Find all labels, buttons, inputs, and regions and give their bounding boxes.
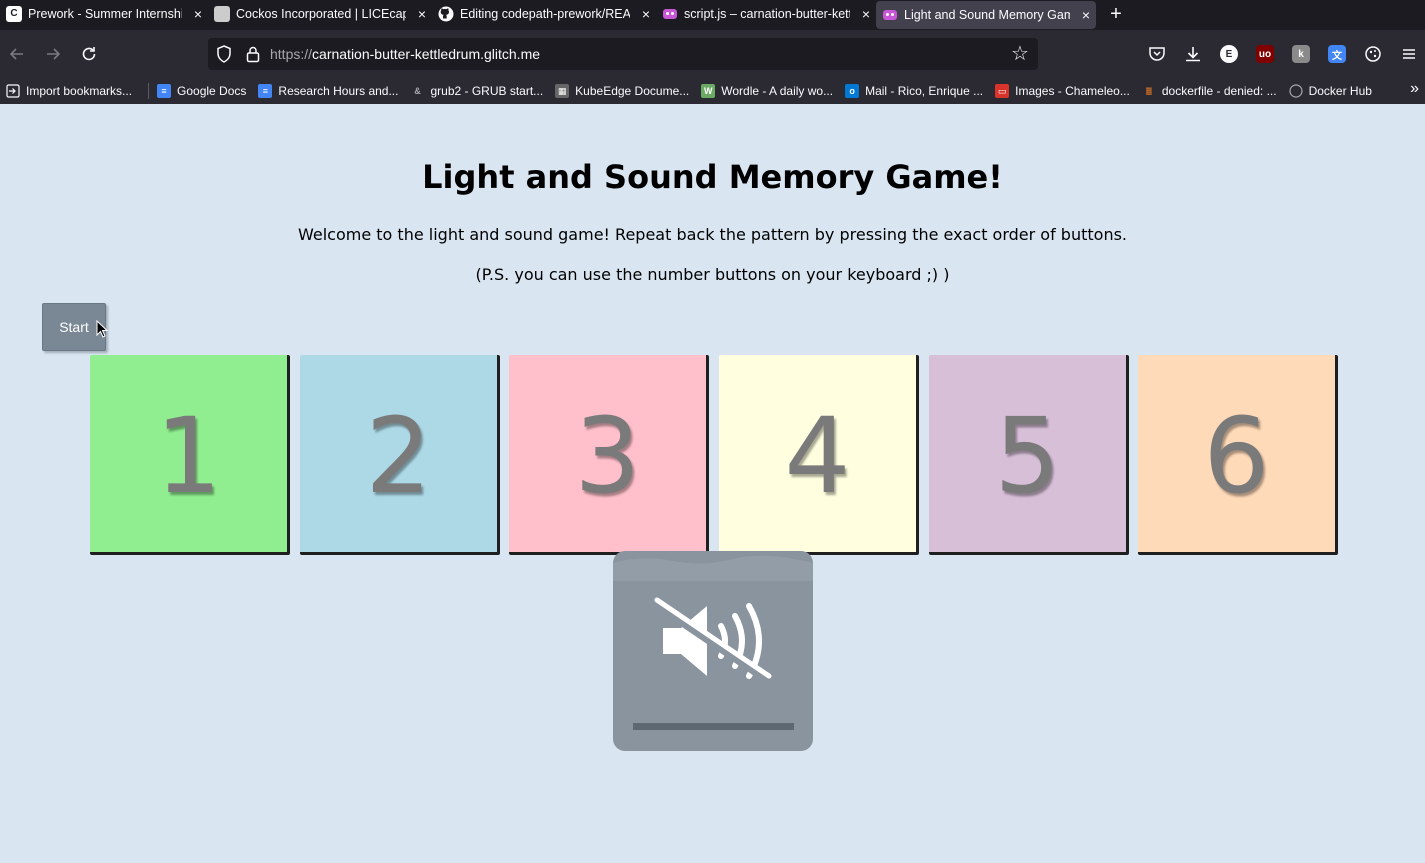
cookie-extension-icon[interactable] [1364, 45, 1382, 63]
bookmark-chameleon-images[interactable]: ▭ Images - Chameleo... [995, 84, 1130, 98]
tab-title: Cockos Incorporated | LICEcap [236, 7, 406, 21]
close-tab-icon[interactable]: × [418, 0, 426, 28]
glitch-favicon-icon [662, 6, 678, 22]
navigation-toolbar: https://carnation-butter-kettledrum.glit… [0, 30, 1425, 78]
bookmark-dockerfile[interactable]: ≣ dockerfile - denied: ... [1142, 84, 1277, 98]
game-button-5[interactable]: 5 [929, 355, 1129, 555]
start-button[interactable]: Start [42, 303, 106, 351]
close-tab-icon[interactable]: × [642, 0, 650, 28]
pocket-icon[interactable] [1148, 45, 1166, 63]
tab-prework[interactable]: C Prework - Summer Internship for × [0, 0, 208, 28]
bookmark-research-hours[interactable]: ≡ Research Hours and... [258, 84, 398, 98]
google-docs-icon: ≡ [258, 84, 273, 98]
bookmark-outlook-mail[interactable]: o Mail - Rico, Enrique ... [845, 84, 983, 98]
licecap-favicon-icon [214, 6, 230, 22]
bookmarks-overflow-chevron-icon[interactable]: » [1410, 80, 1419, 98]
intro-text: Welcome to the light and sound game! Rep… [298, 225, 1127, 244]
new-tab-icon[interactable]: + [1096, 0, 1136, 30]
reload-icon[interactable] [79, 44, 99, 64]
kubeedge-icon: ▦ [555, 84, 570, 98]
ublock-origin-icon[interactable]: uo [1256, 45, 1274, 63]
globe-icon [1288, 84, 1303, 98]
bookmark-docker-hub[interactable]: Docker Hub [1288, 84, 1372, 98]
downloads-icon[interactable] [1184, 45, 1202, 63]
back-arrow-icon[interactable] [7, 44, 27, 64]
tab-memory-game[interactable]: Light and Sound Memory Game! × [876, 1, 1096, 29]
close-tab-icon[interactable]: × [862, 0, 870, 28]
bookmark-import[interactable]: Import bookmarks... [6, 84, 132, 98]
translate-icon[interactable]: 文 [1328, 45, 1346, 63]
game-button-4[interactable]: 4 [719, 355, 919, 555]
close-tab-icon[interactable]: × [1082, 1, 1090, 29]
bookmark-google-docs[interactable]: ≡ Google Docs [157, 84, 246, 98]
volume-muted-overlay [613, 551, 813, 751]
bookmark-wordle[interactable]: W Wordle - A daily wo... [701, 84, 833, 98]
tab-script-js[interactable]: script.js – carnation-butter-kettl × [656, 0, 876, 28]
volume-level-bar [633, 723, 794, 730]
page-content: Light and Sound Memory Game! Welcome to … [0, 104, 1425, 863]
outlook-icon: o [845, 84, 860, 98]
bookmark-star-icon[interactable]: ☆ [1008, 42, 1032, 66]
game-button-3[interactable]: 3 [509, 355, 709, 555]
forward-arrow-icon[interactable] [43, 44, 63, 64]
glitch-favicon-icon [882, 7, 898, 23]
page-title: Light and Sound Memory Game! [422, 158, 1003, 196]
ampersand-icon: & [414, 86, 421, 96]
url-text[interactable]: https://carnation-butter-kettledrum.glit… [270, 38, 540, 70]
lock-icon[interactable] [246, 45, 260, 63]
hamburger-menu-icon[interactable] [1400, 45, 1418, 63]
chameleon-icon: ▭ [995, 84, 1010, 98]
extension-e-icon[interactable]: E [1220, 45, 1238, 63]
speaker-muted-icon [654, 597, 772, 685]
tab-licecap[interactable]: Cockos Incorporated | LICEcap × [208, 0, 432, 28]
bookmarks-toolbar: Import bookmarks... ≡ Google Docs ≡ Rese… [0, 78, 1425, 104]
stackoverflow-icon: ≣ [1145, 85, 1153, 96]
extension-k-icon[interactable]: k [1292, 45, 1310, 63]
bookmark-kubeedge[interactable]: ▦ KubeEdge Docume... [555, 84, 689, 98]
game-button-6[interactable]: 6 [1138, 355, 1338, 555]
google-docs-icon: ≡ [157, 84, 172, 98]
game-button-1[interactable]: 1 [90, 355, 290, 555]
tab-title: Light and Sound Memory Game! [904, 8, 1070, 22]
tab-title: Prework - Summer Internship for [28, 7, 182, 21]
tab-strip: C Prework - Summer Internship for × Cock… [0, 0, 1425, 30]
bookmark-separator [148, 83, 150, 99]
codepath-favicon-icon: C [6, 6, 22, 22]
tab-title: Editing codepath-prework/READ [460, 7, 630, 21]
overlay-wave-edge [613, 555, 813, 581]
tracking-shield-icon[interactable] [216, 45, 232, 63]
wordle-icon: W [701, 84, 716, 98]
bookmark-grub2[interactable]: & grub2 - GRUB start... [410, 84, 543, 98]
import-icon [6, 84, 20, 98]
close-tab-icon[interactable]: × [194, 0, 202, 28]
tab-title: script.js – carnation-butter-kettl [684, 7, 850, 21]
address-bar[interactable]: https://carnation-butter-kettledrum.glit… [208, 38, 1038, 70]
game-button-2[interactable]: 2 [300, 355, 500, 555]
github-favicon-icon [438, 6, 454, 22]
keyboard-hint-text: (P.S. you can use the number buttons on … [475, 265, 950, 284]
tab-github-readme[interactable]: Editing codepath-prework/READ × [432, 0, 656, 28]
